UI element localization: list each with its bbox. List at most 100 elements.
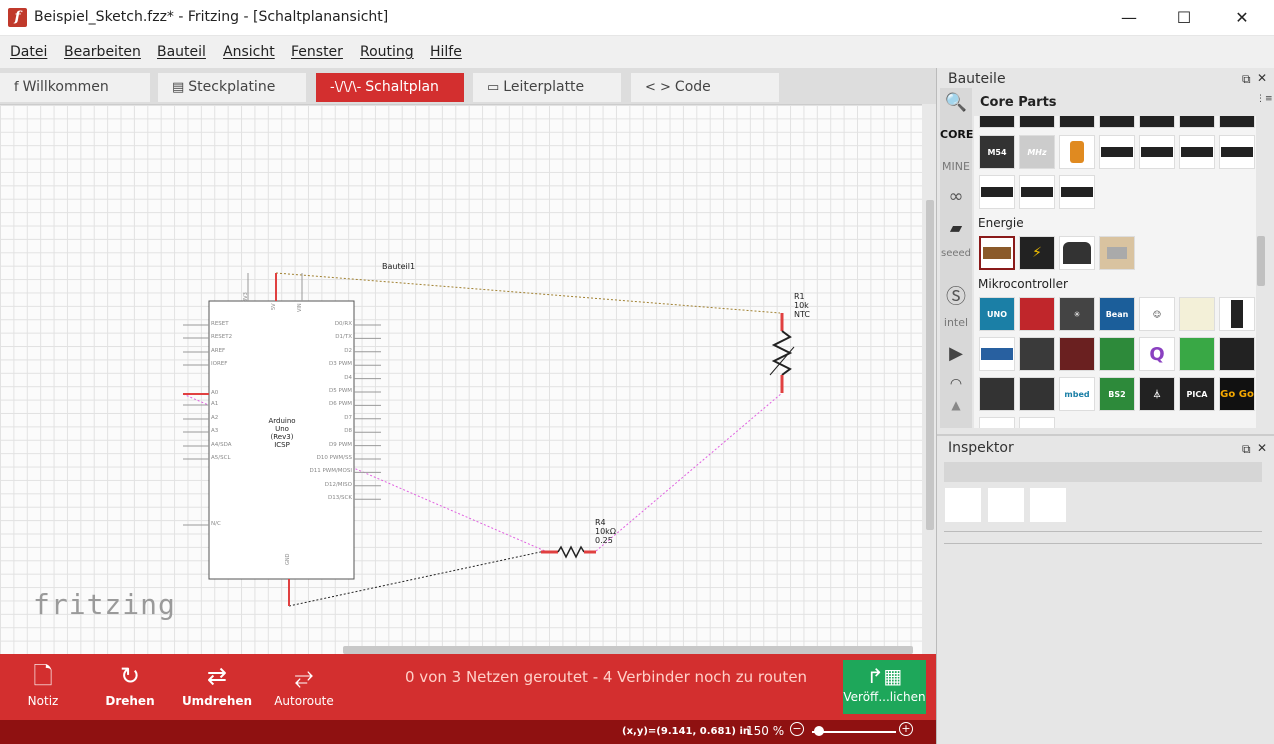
bin-menu-icon[interactable]: ⋮≡ — [1256, 94, 1273, 104]
zoom-in-icon[interactable]: + — [899, 722, 913, 736]
part-regulator[interactable] — [1059, 236, 1095, 270]
menu-hilfe[interactable]: Hilfe — [430, 44, 462, 60]
part-crystal[interactable]: MHz — [1019, 135, 1055, 169]
menu-bauteil[interactable]: Bauteil — [157, 44, 206, 60]
part-chip[interactable] — [1179, 116, 1215, 128]
minimize-button[interactable]: — — [1100, 0, 1158, 36]
part-ic[interactable] — [979, 175, 1015, 209]
part-sparkcore[interactable]: ✳ — [1059, 297, 1095, 331]
close-button[interactable]: ✕ — [1213, 0, 1271, 36]
part-ic[interactable] — [1219, 135, 1255, 169]
r4-resistor-symbol[interactable] — [557, 545, 585, 559]
part-ic[interactable] — [1059, 175, 1095, 209]
snootlab-bin-icon[interactable]: Ⓢ — [940, 280, 972, 309]
part-ic[interactable] — [1179, 135, 1215, 169]
r1-ntc-symbol[interactable] — [771, 330, 793, 376]
part-partial[interactable] — [979, 417, 1015, 428]
part-partial[interactable] — [1019, 417, 1055, 428]
tab-schaltplan[interactable]: -\/\/\- Schaltplan — [316, 73, 464, 102]
part-battery[interactable] — [979, 236, 1015, 270]
zoom-slider-track[interactable] — [812, 731, 896, 733]
part-black-board[interactable] — [1219, 337, 1255, 371]
part-pica[interactable]: PICA — [1179, 377, 1215, 411]
parts-bin-scroll-thumb[interactable] — [1257, 236, 1265, 286]
zoom-out-icon[interactable]: − — [790, 722, 804, 736]
tab-label: Leiterplatte — [503, 79, 585, 95]
part-power-supply[interactable]: ⚡ — [1019, 236, 1055, 270]
bin-tab-core[interactable]: CORE — [940, 128, 973, 141]
menu-bearbeiten[interactable]: Bearbeiten — [64, 44, 141, 60]
part-nano[interactable] — [979, 337, 1015, 371]
part-mbed[interactable]: mbed — [1059, 377, 1095, 411]
menu-ansicht[interactable]: Ansicht — [223, 44, 275, 60]
part-dip[interactable] — [979, 377, 1015, 411]
r4-power: 0.25 — [595, 536, 613, 545]
seeed-bin-icon[interactable]: seeed — [940, 248, 972, 259]
inspector-title-field — [944, 462, 1262, 482]
part-shield[interactable] — [1019, 337, 1055, 371]
parts-float-icon[interactable]: ⧉ — [1242, 72, 1251, 87]
play-bin-icon[interactable]: ▶ — [940, 343, 972, 364]
zoom-slider-handle[interactable] — [814, 726, 824, 736]
part-chip[interactable] — [979, 116, 1015, 128]
maximize-button[interactable]: ☐ — [1155, 0, 1213, 36]
part-arduino-uno[interactable]: UNO — [979, 297, 1015, 331]
part-chip[interactable] — [1019, 116, 1055, 128]
part-ic[interactable] — [1099, 135, 1135, 169]
menu-datei[interactable]: Datei — [10, 44, 47, 60]
notiz-button[interactable]: 🗋 Notiz — [18, 654, 68, 720]
part-dip[interactable] — [1019, 377, 1055, 411]
parts-close-icon[interactable]: ✕ — [1257, 71, 1267, 85]
part-breakout[interactable] — [1179, 297, 1215, 331]
tab-steckplatine[interactable]: ▤ Steckplatine — [158, 73, 306, 102]
part-bean[interactable]: Bean — [1099, 297, 1135, 331]
drehen-button[interactable]: ↻ Drehen — [100, 654, 160, 720]
part-feather[interactable] — [1019, 297, 1055, 331]
horizontal-scroll-thumb[interactable] — [343, 646, 913, 654]
inspector-close-icon[interactable]: ✕ — [1257, 441, 1267, 455]
tab-leiterplatte[interactable]: ▭ Leiterplatte — [473, 73, 621, 102]
schematic-canvas[interactable]: Bauteil1 3V3 5V VIN Arduino Uno (Rev3) I… — [0, 104, 922, 654]
part-chip[interactable] — [1099, 116, 1135, 128]
part-ic[interactable] — [1139, 135, 1175, 169]
part-pinoccio[interactable]: ☺ — [1139, 297, 1175, 331]
parts-bin-grid[interactable]: M54 MHz Energie ⚡ Mikrocontroller UNO ✳ … — [974, 116, 1256, 428]
menu-fenster[interactable]: Fenster — [291, 44, 343, 60]
arduino-bin-icon[interactable]: ∞ — [940, 186, 972, 207]
scroll-bins-icon[interactable]: ▲ — [940, 398, 972, 412]
tab-label: Code — [674, 79, 711, 95]
autoroute-button[interactable]: ⥂ Autoroute — [270, 654, 338, 720]
menu-routing[interactable]: Routing — [360, 44, 414, 60]
part-ic-triangle[interactable]: ⏃ — [1139, 377, 1175, 411]
headphone-bin-icon[interactable]: ◠ — [940, 376, 972, 392]
inspector-float-icon[interactable]: ⧉ — [1242, 442, 1251, 457]
bin-tab-mine[interactable]: MINE — [940, 160, 972, 173]
part-green-board[interactable] — [1099, 337, 1135, 371]
umdrehen-button[interactable]: ⇄ Umdrehen — [180, 654, 254, 720]
zoom-level: 150 % — [746, 724, 785, 738]
part-capacitor[interactable] — [1059, 135, 1095, 169]
part-gogo[interactable]: Go Go — [1219, 377, 1255, 411]
dock-splitter[interactable] — [937, 434, 1274, 436]
vertical-scroll-thumb[interactable] — [926, 200, 934, 530]
part-m54[interactable]: M54 — [979, 135, 1015, 169]
part-green-pcb[interactable] — [1179, 337, 1215, 371]
part-module[interactable] — [1219, 297, 1255, 331]
part-ic[interactable] — [1019, 175, 1055, 209]
pin-label-a3: A3 — [211, 428, 219, 434]
part-chip[interactable] — [1059, 116, 1095, 128]
part-board[interactable] — [1059, 337, 1095, 371]
part-chip[interactable] — [1139, 116, 1175, 128]
part-bs2[interactable]: BS2 — [1099, 377, 1135, 411]
part-coin-cell[interactable] — [1099, 236, 1135, 270]
publish-button[interactable]: ↱▦ Veröff...lichen — [843, 660, 926, 714]
part-chip[interactable] — [1219, 116, 1255, 128]
tab-willkommen[interactable]: f Willkommen — [0, 73, 150, 102]
part-q-board[interactable]: Q — [1139, 337, 1175, 371]
tab-code[interactable]: < > Code — [631, 73, 779, 102]
search-icon[interactable]: 🔍 — [940, 92, 972, 113]
intel-bin-icon[interactable]: intel — [940, 316, 972, 329]
wire-r4-r1[interactable] — [595, 392, 783, 552]
module-icon — [1231, 300, 1243, 328]
sparkfun-bin-icon[interactable]: ▰ — [940, 218, 972, 237]
